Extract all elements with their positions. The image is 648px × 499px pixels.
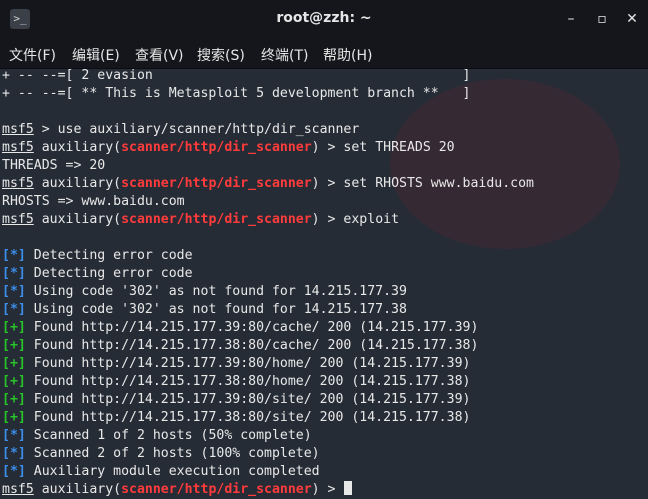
prompt: msf5 — [2, 212, 34, 227]
output-line: THREADS => 20 — [2, 158, 106, 173]
status-line: [*] Detecting error code — [2, 266, 193, 281]
minimize-icon[interactable]: – — [560, 8, 582, 30]
menu-terminal[interactable]: 终端(T) — [261, 45, 308, 65]
command-line: msf5 auxiliary(scanner/http/dir_scanner)… — [2, 176, 534, 191]
window-title: root@zzh: ~ — [276, 10, 372, 26]
menu-view[interactable]: 查看(V) — [135, 45, 184, 65]
info-tag: [*] — [2, 428, 26, 443]
module-name: scanner/http/dir_scanner — [121, 176, 312, 191]
found-line: [+] Found http://14.215.177.39:80/home/ … — [2, 356, 471, 371]
found-line: [+] Found http://14.215.177.39:80/cache/… — [2, 320, 479, 335]
info-tag: [*] — [2, 248, 26, 263]
menu-edit[interactable]: 编辑(E) — [72, 45, 120, 65]
module-name: scanner/http/dir_scanner — [121, 482, 312, 497]
terminal-output[interactable]: + -- --=[ 2 evasion ] + -- --=[ ** This … — [0, 69, 648, 499]
menu-search[interactable]: 搜索(S) — [197, 45, 245, 65]
info-tag: [*] — [2, 464, 26, 479]
prompt: msf5 — [2, 176, 34, 191]
text-cursor — [344, 481, 353, 495]
command-line: msf5 auxiliary(scanner/http/dir_scanner)… — [2, 212, 400, 227]
module-name: scanner/http/dir_scanner — [121, 212, 312, 227]
success-tag: [+] — [2, 410, 26, 425]
background-glow — [390, 79, 620, 249]
info-tag: [*] — [2, 446, 26, 461]
prompt: msf5 — [2, 140, 34, 155]
found-line: [+] Found http://14.215.177.39:80/site/ … — [2, 392, 471, 407]
active-prompt-line[interactable]: msf5 auxiliary(scanner/http/dir_scanner)… — [2, 481, 353, 499]
found-line: [+] Found http://14.215.177.38:80/site/ … — [2, 410, 471, 425]
success-tag: [+] — [2, 338, 26, 353]
found-line: [+] Found http://14.215.177.38:80/home/ … — [2, 374, 471, 389]
info-tag: [*] — [2, 284, 26, 299]
command-text: ) > set RHOSTS www.baidu.com — [311, 176, 534, 191]
module-name: scanner/http/dir_scanner — [121, 140, 312, 155]
prompt: msf5 — [2, 122, 34, 137]
menu-bar: 文件(F) 编辑(E) 查看(V) 搜索(S) 终端(T) 帮助(H) — [0, 40, 648, 69]
command-line: msf5 > use auxiliary/scanner/http/dir_sc… — [2, 121, 359, 139]
status-line: [*] Detecting error code — [2, 248, 193, 263]
prompt: msf5 — [2, 482, 34, 497]
success-tag: [+] — [2, 356, 26, 371]
title-bar[interactable]: >_ root@zzh: ~ – ▫ ✕ — [0, 0, 648, 40]
status-line: [*] Using code '302' as not found for 14… — [2, 284, 407, 299]
success-tag: [+] — [2, 374, 26, 389]
menu-file[interactable]: 文件(F) — [9, 45, 56, 65]
success-tag: [+] — [2, 320, 26, 335]
output-line: RHOSTS => www.baidu.com — [2, 194, 185, 209]
command-text: ) > exploit — [311, 212, 400, 227]
close-icon[interactable]: ✕ — [621, 8, 643, 30]
info-tag: [*] — [2, 302, 26, 317]
found-line: [+] Found http://14.215.177.38:80/cache/… — [2, 338, 479, 353]
status-line: [*] Auxiliary module execution completed — [2, 464, 320, 479]
menu-help[interactable]: 帮助(H) — [323, 45, 372, 65]
command-line: msf5 auxiliary(scanner/http/dir_scanner)… — [2, 140, 455, 155]
banner-line: + -- --=[ 2 evasion ] — [2, 69, 471, 83]
info-tag: [*] — [2, 266, 26, 281]
command-text: > use auxiliary/scanner/http/dir_scanner — [33, 122, 360, 137]
banner-line: + -- --=[ ** This is Metasploit 5 develo… — [2, 86, 471, 101]
status-line: [*] Scanned 1 of 2 hosts (50% complete) — [2, 428, 312, 443]
success-tag: [+] — [2, 392, 26, 407]
command-text: ) > set THREADS 20 — [311, 140, 455, 155]
maximize-icon[interactable]: ▫ — [591, 8, 613, 30]
status-line: [*] Scanned 2 of 2 hosts (100% complete) — [2, 446, 320, 461]
status-line: [*] Using code '302' as not found for 14… — [2, 302, 407, 317]
terminal-window: >_ root@zzh: ~ – ▫ ✕ 文件(F) 编辑(E) 查看(V) 搜… — [0, 0, 648, 499]
